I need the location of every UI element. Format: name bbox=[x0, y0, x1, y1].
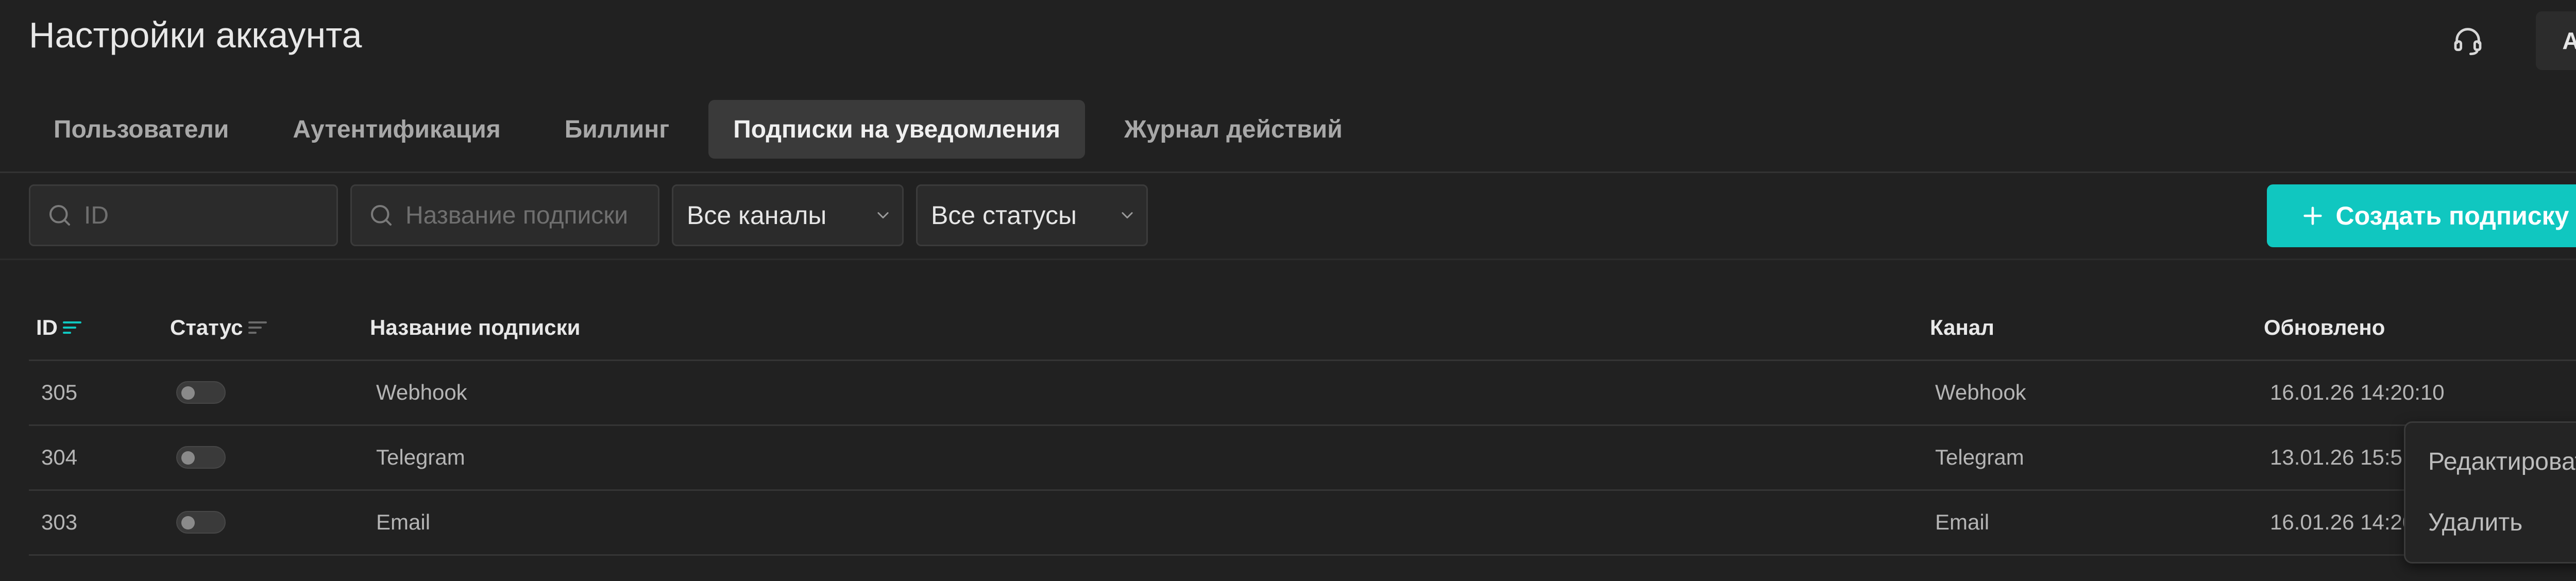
search-icon bbox=[367, 201, 395, 229]
tab-bar: Пользователи Аутентификация Биллинг Подп… bbox=[29, 100, 1367, 159]
tab-notification-subscriptions[interactable]: Подписки на уведомления bbox=[708, 100, 1086, 159]
avatar: A bbox=[2562, 27, 2576, 54]
support-button[interactable] bbox=[2447, 20, 2488, 61]
column-header-id-label: ID bbox=[36, 315, 58, 339]
row-updated: 16.01.26 14:20 bbox=[2270, 510, 2415, 534]
row-updated: 13.01.26 15:51 bbox=[2270, 445, 2415, 469]
toggle-knob bbox=[181, 451, 195, 465]
filters-divider bbox=[0, 259, 2576, 260]
plus-icon bbox=[2303, 207, 2322, 225]
status-toggle[interactable] bbox=[176, 381, 226, 404]
status-select[interactable]: Все статусы bbox=[916, 184, 1148, 246]
column-header-name: Название подписки bbox=[370, 315, 581, 339]
tabs-divider bbox=[0, 172, 2576, 173]
table-row[interactable]: 303 Email Email 16.01.26 14:20 bbox=[0, 490, 2576, 554]
id-search-field[interactable] bbox=[29, 184, 338, 246]
column-header-status-label: Статус bbox=[170, 315, 243, 339]
headset-icon bbox=[2454, 28, 2482, 56]
row-id: 304 bbox=[41, 445, 78, 469]
chevron-down-icon bbox=[1121, 211, 1134, 219]
toggle-knob bbox=[181, 386, 195, 400]
column-header-channel: Канал bbox=[1930, 315, 1994, 339]
sort-icon bbox=[248, 321, 267, 334]
row-id: 303 bbox=[41, 510, 78, 534]
column-header-status[interactable]: Статус bbox=[170, 315, 268, 340]
name-search-field[interactable] bbox=[350, 184, 659, 246]
status-select-value: Все статусы bbox=[931, 201, 1077, 230]
chevron-down-icon bbox=[876, 211, 890, 219]
row-name: Email bbox=[376, 510, 431, 534]
user-menu-button[interactable]: A bbox=[2536, 11, 2576, 70]
search-icon bbox=[46, 201, 74, 229]
status-toggle[interactable] bbox=[176, 511, 226, 534]
create-subscription-label: Создать подписку bbox=[2335, 201, 2569, 230]
create-subscription-button[interactable]: Создать подписку bbox=[2267, 184, 2576, 247]
tab-billing[interactable]: Биллинг bbox=[540, 100, 694, 159]
row-id: 305 bbox=[41, 380, 78, 404]
name-search-input[interactable] bbox=[405, 201, 658, 230]
row-context-menu: Редактировать Удалить bbox=[2404, 421, 2576, 563]
menu-item-edit[interactable]: Редактировать bbox=[2428, 448, 2576, 476]
row-name: Webhook bbox=[376, 380, 467, 404]
menu-item-delete[interactable]: Удалить bbox=[2428, 508, 2522, 537]
column-header-updated: Обновлено bbox=[2264, 315, 2385, 339]
row-updated: 16.01.26 14:20:10 bbox=[2270, 380, 2445, 404]
tab-activity-log[interactable]: Журнал действий bbox=[1099, 100, 1367, 159]
row-channel: Webhook bbox=[1935, 380, 2026, 404]
row-channel: Email bbox=[1935, 510, 1990, 534]
table-row[interactable]: 304 Telegram Telegram 13.01.26 15:51 bbox=[0, 425, 2576, 489]
tab-users[interactable]: Пользователи bbox=[29, 100, 253, 159]
sort-icon bbox=[63, 321, 81, 334]
row-channel: Telegram bbox=[1935, 445, 2024, 469]
id-search-input[interactable] bbox=[84, 201, 336, 230]
status-toggle[interactable] bbox=[176, 446, 226, 469]
channel-select-value: Все каналы bbox=[687, 201, 827, 230]
row-name: Telegram bbox=[376, 445, 465, 469]
tab-authentication[interactable]: Аутентификация bbox=[268, 100, 525, 159]
column-header-id[interactable]: ID bbox=[36, 315, 82, 340]
row-divider bbox=[29, 554, 2576, 556]
table-row[interactable]: 305 Webhook Webhook 16.01.26 14:20:10 ··… bbox=[0, 361, 2576, 424]
toggle-knob bbox=[181, 516, 195, 529]
page-title: Настройки аккаунта bbox=[29, 15, 362, 55]
channel-select[interactable]: Все каналы bbox=[672, 184, 904, 246]
